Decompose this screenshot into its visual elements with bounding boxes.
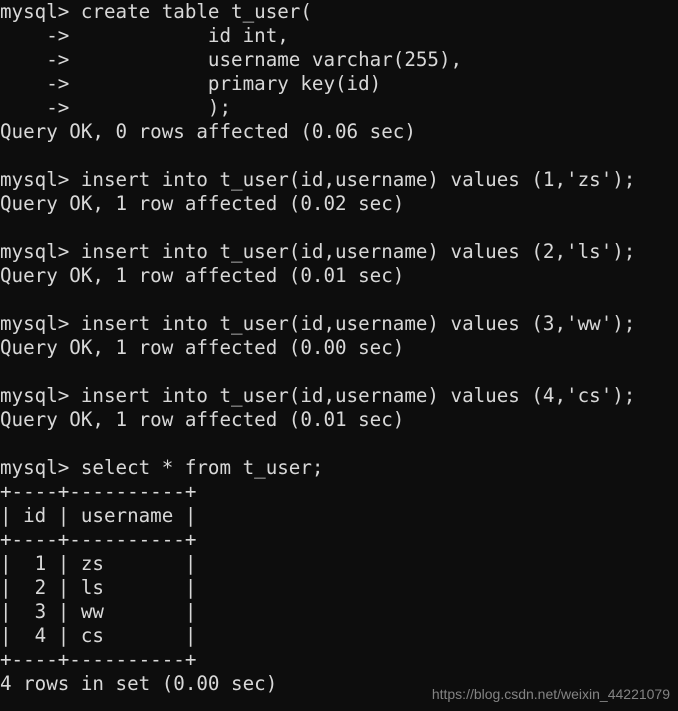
terminal-line: -> id int, — [0, 24, 289, 47]
terminal-line: | 4 | cs | — [0, 624, 197, 647]
terminal-line: | 3 | ww | — [0, 600, 197, 623]
terminal-line: | id | username | — [0, 504, 197, 527]
terminal-line: -> ); — [0, 96, 232, 119]
terminal-line: Query OK, 1 row affected (0.01 sec) — [0, 408, 405, 431]
terminal-line: mysql> select * from t_user; — [0, 456, 324, 479]
terminal-line: Query OK, 1 row affected (0.00 sec) — [0, 336, 405, 359]
console-output[interactable]: mysql> create table t_user( -> id int, -… — [0, 0, 678, 696]
terminal-line: | 2 | ls | — [0, 576, 197, 599]
terminal-line: Query OK, 1 row affected (0.01 sec) — [0, 264, 405, 287]
terminal-line: mysql> create table t_user( — [0, 0, 312, 23]
terminal-line: mysql> insert into t_user(id,username) v… — [0, 384, 636, 407]
terminal-line: mysql> insert into t_user(id,username) v… — [0, 312, 636, 335]
terminal-line: mysql> insert into t_user(id,username) v… — [0, 168, 636, 191]
terminal-line: +----+----------+ — [0, 528, 197, 551]
terminal-line: | 1 | zs | — [0, 552, 197, 575]
terminal-line: -> primary key(id) — [0, 72, 382, 95]
terminal-line: +----+----------+ — [0, 648, 197, 671]
watermark-url: https://blog.csdn.net/weixin_44221079 — [431, 686, 670, 702]
terminal-line: -> username varchar(255), — [0, 48, 463, 71]
terminal-line: Query OK, 1 row affected (0.02 sec) — [0, 192, 405, 215]
terminal-window[interactable]: mysql> create table t_user( -> id int, -… — [0, 0, 678, 711]
terminal-line: +----+----------+ — [0, 480, 197, 503]
terminal-line: Query OK, 0 rows affected (0.06 sec) — [0, 120, 416, 143]
terminal-line: mysql> insert into t_user(id,username) v… — [0, 240, 636, 263]
